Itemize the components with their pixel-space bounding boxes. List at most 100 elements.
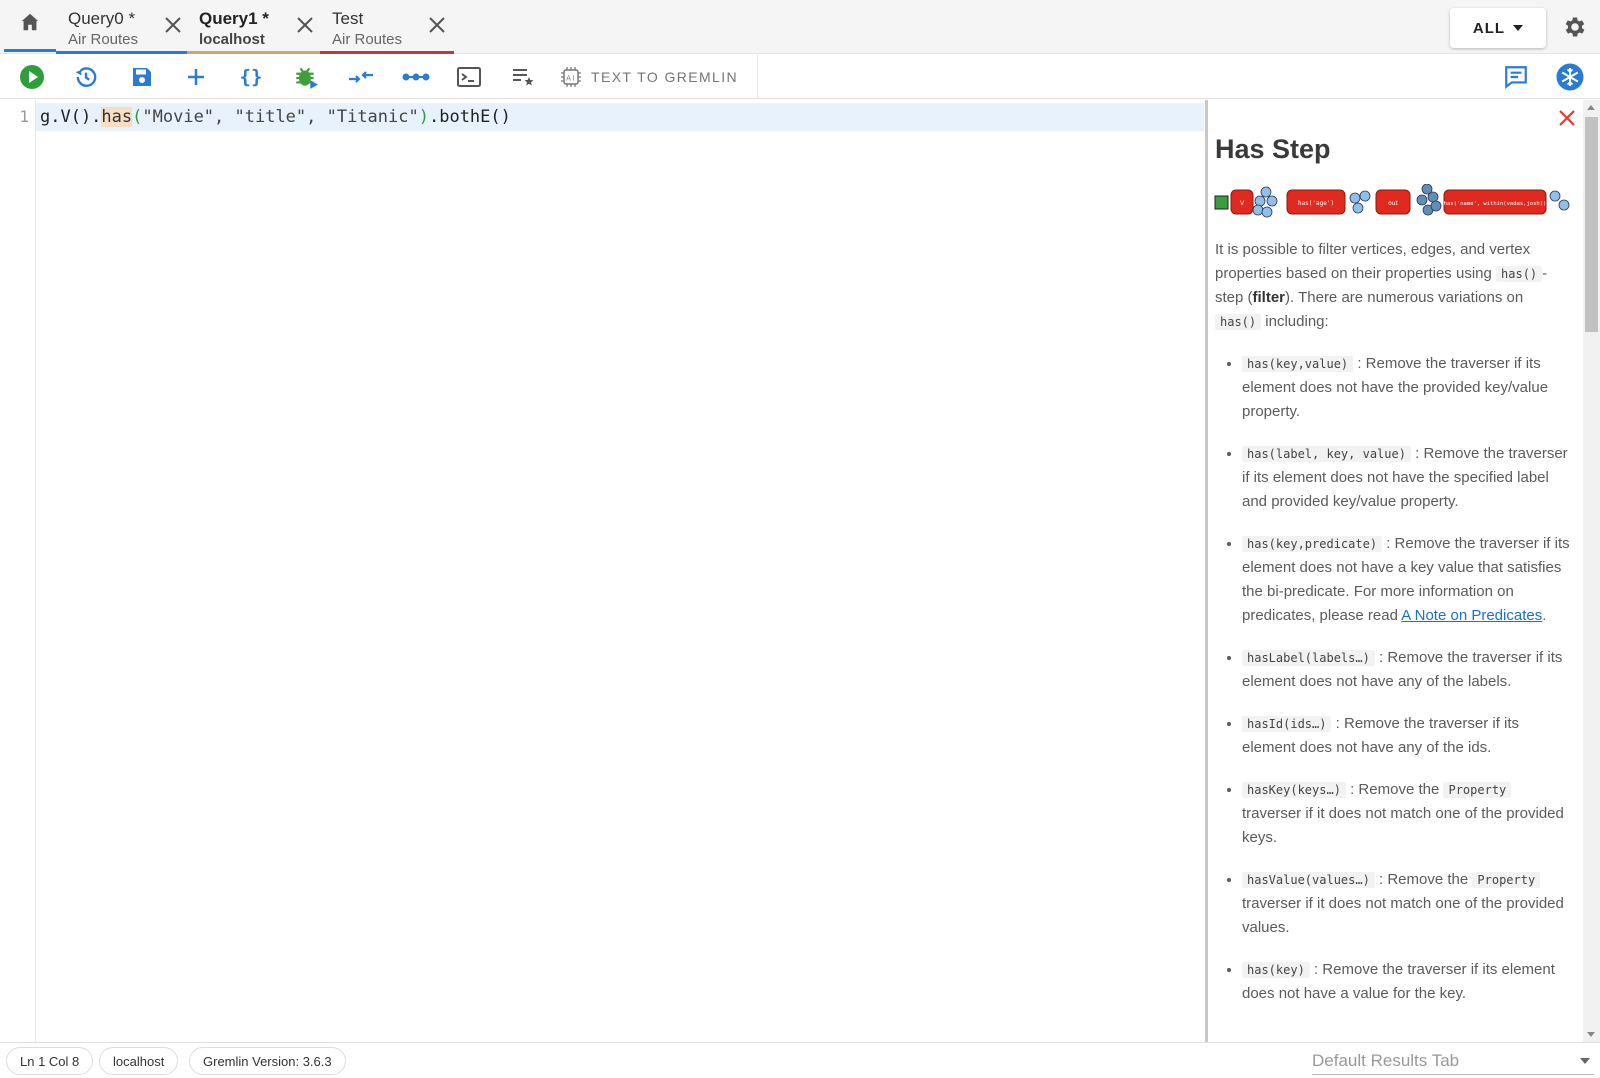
history-icon — [75, 67, 97, 87]
code-args: "Movie", "title", "Titanic" — [142, 107, 419, 127]
tab-name: Query1 * — [199, 9, 269, 28]
scope-dropdown[interactable]: ALL — [1450, 8, 1546, 48]
home-icon — [19, 11, 41, 38]
save-button[interactable] — [126, 61, 158, 93]
svg-text:{}: {} — [240, 66, 263, 88]
predicates-link[interactable]: A Note on Predicates — [1401, 607, 1542, 624]
playlist-button[interactable] — [507, 61, 539, 93]
diagram-label-has-name: has('name', within(vadas,josh)) — [1444, 201, 1547, 207]
editor-toolbar: {} AI TEXT TO GREMLIN — [0, 55, 1600, 99]
list-item: hasValue(values…) : Remove the Property … — [1242, 868, 1573, 940]
gear-icon — [1565, 17, 1585, 37]
doc-intro: It is possible to filter vertices, edges… — [1215, 241, 1548, 330]
scrollbar-thumb[interactable] — [1585, 117, 1598, 332]
svg-text:AI: AI — [566, 75, 576, 83]
close-doc-button[interactable] — [1553, 104, 1581, 132]
format-braces-icon: {} — [240, 66, 263, 88]
query-tab-bar: Query0 * Air Routes Query1 * localhost T… — [0, 0, 1600, 54]
query-tab-query1[interactable]: Query1 * localhost — [187, 0, 321, 54]
playlist-icon — [513, 69, 534, 86]
has-variations-list: has(key,value) : Remove the traverser if… — [1215, 352, 1573, 1006]
run-icon — [20, 65, 44, 89]
snowflake-button[interactable] — [1554, 61, 1586, 93]
code-line[interactable]: g.V().has("Movie", "title", "Titanic").b… — [40, 107, 511, 127]
list-item: has(label, key, value) : Remove the trav… — [1242, 442, 1573, 514]
run-button[interactable] — [16, 61, 48, 93]
code-open-paren: ( — [132, 107, 143, 127]
save-icon — [133, 68, 151, 86]
host-chip[interactable]: localhost — [99, 1047, 179, 1075]
comment-icon — [1505, 66, 1527, 90]
gremlin-version-chip: Gremlin Version: 3.6.3 — [189, 1047, 346, 1075]
debug-icon — [296, 67, 318, 89]
toolbar-divider — [757, 55, 758, 99]
close-tab-button[interactable] — [293, 13, 317, 37]
diagram-label-out: out — [1388, 200, 1398, 207]
add-icon — [188, 69, 204, 85]
scroll-down-icon[interactable] — [1587, 1032, 1595, 1037]
console-icon — [457, 67, 481, 87]
add-query-button[interactable] — [180, 61, 212, 93]
list-item: has(key,predicate) : Remove the traverse… — [1242, 532, 1573, 628]
inline-code: has() — [1215, 314, 1262, 330]
documentation-panel: Has Step V has('age') out has('name', wi… — [1205, 100, 1600, 1042]
tab-subtitle: localhost — [199, 31, 265, 48]
text-to-gremlin-button[interactable]: AI TEXT TO GREMLIN — [560, 63, 738, 91]
close-icon — [429, 17, 445, 33]
steps-button[interactable] — [400, 61, 432, 93]
format-button[interactable]: {} — [235, 61, 267, 93]
chevron-down-icon — [1580, 1058, 1590, 1064]
results-tab-select[interactable]: Default Results Tab — [1312, 1047, 1594, 1075]
tab-underline — [187, 51, 321, 54]
doc-scrollbar[interactable] — [1583, 100, 1600, 1042]
has-step-diagram: V has('age') out has('name', within(vada… — [1214, 184, 1570, 218]
query-tab-test[interactable]: Test Air Routes — [320, 0, 454, 54]
close-icon — [165, 17, 181, 33]
tab-name: Test — [332, 9, 364, 28]
comment-button[interactable] — [1500, 61, 1532, 93]
tab-subtitle: Air Routes — [68, 31, 139, 48]
debug-button[interactable] — [290, 61, 322, 93]
steps-icon — [402, 73, 430, 81]
scope-label: ALL — [1472, 19, 1506, 37]
line-gutter: 1 — [0, 100, 36, 1042]
status-bar: Ln 1 Col 8 localhost Gremlin Version: 3.… — [0, 1042, 1600, 1078]
snowflake-icon — [1556, 63, 1584, 91]
code-suffix: .bothE() — [428, 107, 511, 127]
query-editor[interactable]: 1 g.V().has("Movie", "title", "Titanic")… — [0, 100, 1205, 1042]
list-item: hasId(ids…) : Remove the traverser if it… — [1242, 712, 1573, 760]
ai-chip-icon: AI — [561, 67, 581, 87]
code-close-paren: ) — [418, 107, 429, 127]
query-tab-query0[interactable]: Query0 * Air Routes — [56, 0, 188, 54]
doc-body: It is possible to filter vertices, edges… — [1215, 238, 1573, 1024]
inline-code: has() — [1496, 266, 1543, 282]
profile-icon — [349, 71, 373, 83]
code-prefix: g.V(). — [40, 107, 102, 127]
close-tab-button[interactable] — [161, 13, 185, 37]
scroll-up-icon[interactable] — [1587, 105, 1595, 110]
settings-button[interactable] — [1560, 12, 1590, 42]
chevron-down-icon — [1513, 25, 1524, 31]
tab-subtitle: Air Routes — [332, 31, 403, 48]
doc-title: Has Step — [1215, 134, 1331, 164]
list-item: has(key) : Remove the traverser if its e… — [1242, 958, 1573, 1006]
text-to-gremlin-label: TEXT TO GREMLIN — [591, 69, 739, 85]
diagram-label-has-age: has('age') — [1298, 200, 1334, 207]
home-button[interactable] — [4, 0, 56, 52]
tab-underline — [56, 51, 188, 54]
close-tab-button[interactable] — [425, 13, 449, 37]
cursor-position-chip: Ln 1 Col 8 — [6, 1047, 94, 1075]
tab-underline — [320, 51, 454, 54]
list-item: hasLabel(labels…) : Remove the traverser… — [1242, 646, 1573, 694]
list-item: hasKey(keys…) : Remove the Property trav… — [1242, 778, 1573, 850]
results-tab-value: Default Results Tab — [1312, 1050, 1460, 1070]
profile-button[interactable] — [345, 61, 377, 93]
close-icon — [297, 17, 313, 33]
history-button[interactable] — [70, 61, 102, 93]
close-icon — [1559, 110, 1575, 126]
console-button[interactable] — [453, 61, 485, 93]
tab-name: Query0 * — [68, 9, 136, 28]
list-item: has(key,value) : Remove the traverser if… — [1242, 352, 1573, 424]
code-keyword: has — [101, 107, 133, 127]
line-number: 1 — [19, 107, 29, 126]
